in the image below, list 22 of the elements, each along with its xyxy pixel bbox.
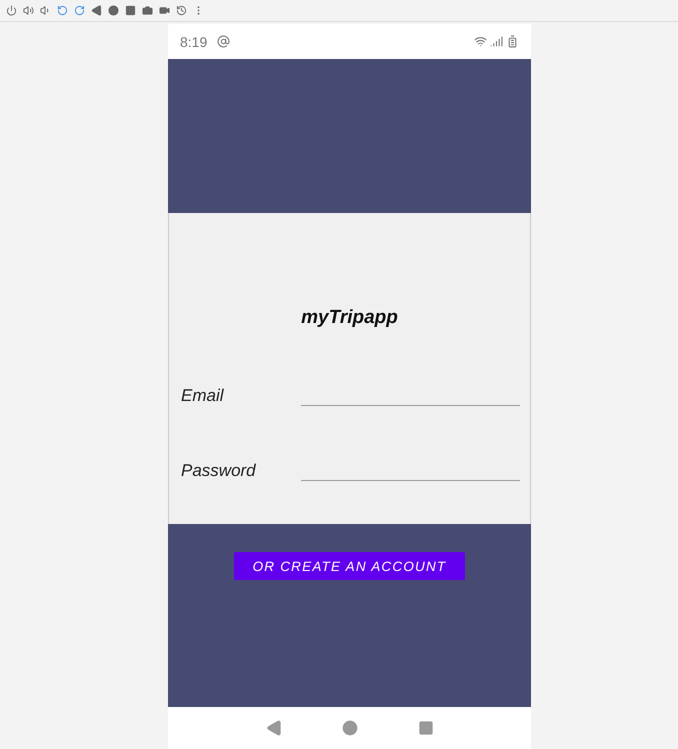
rotate-left-icon[interactable] (57, 5, 68, 16)
power-icon[interactable] (6, 5, 17, 16)
field-label: Password (181, 461, 257, 481)
rotate-right-icon[interactable] (74, 5, 85, 16)
video-icon[interactable] (159, 5, 170, 16)
battery-icon (506, 35, 519, 48)
back-icon[interactable] (266, 720, 282, 736)
volume-up-icon[interactable] (23, 5, 34, 16)
volume-down-icon[interactable] (40, 5, 51, 16)
field-label: Email (181, 386, 225, 406)
overview-icon[interactable] (418, 720, 434, 736)
camera-icon[interactable] (142, 5, 153, 16)
clock-time: 8:19 (180, 34, 208, 50)
app-title: myTripapp (300, 307, 399, 329)
home-icon[interactable] (108, 5, 119, 16)
back-icon[interactable] (91, 5, 102, 16)
history-icon[interactable] (176, 5, 187, 16)
overview-icon[interactable] (125, 5, 136, 16)
home-icon[interactable] (342, 720, 358, 736)
notification-icon (217, 35, 230, 48)
create-account-button[interactable]: OR CREATE AN ACCOUNT (234, 552, 465, 580)
signal-icon (490, 35, 503, 48)
